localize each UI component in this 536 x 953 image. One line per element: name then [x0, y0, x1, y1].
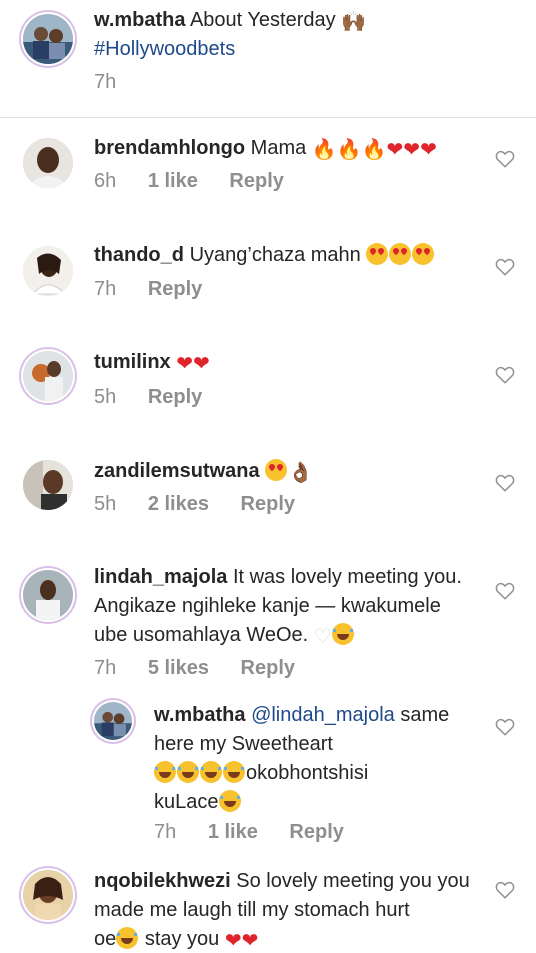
avatar[interactable] [23, 14, 73, 64]
comment-time: 5h [94, 386, 117, 408]
comment-text: lindah_majola It was lovely meeting you.… [94, 563, 504, 650]
comment-meta: 7h 1 like Reply [154, 821, 370, 844]
caption-time: 7h [94, 71, 117, 93]
reply-button[interactable]: Reply [289, 821, 343, 843]
comment-meta: 5h Reply [94, 386, 228, 409]
red-heart-emoji: ❤ [193, 351, 210, 375]
comment-body-line: It was lovely meeting you. [232, 566, 462, 588]
red-heart-emoji: ❤ [176, 351, 193, 375]
tears-of-joy-emoji [218, 790, 241, 812]
tears-of-joy-emoji [223, 761, 245, 783]
reply-button[interactable]: Reply [241, 657, 295, 679]
white-heart-emoji: ♡ [313, 624, 332, 648]
comment-username[interactable]: tumilinx [94, 351, 171, 373]
comment-body-line: ube usomahlaya WeOe. [94, 624, 309, 646]
comment-meta: 6h 1 like Reply [94, 170, 310, 193]
caption-meta: 7h [94, 71, 142, 94]
fire-emoji: 🔥 [311, 137, 337, 161]
comment-time: 7h [94, 278, 117, 300]
caption-hashtag[interactable]: #Hollywoodbets [94, 38, 235, 60]
heart-eyes-emoji [389, 243, 412, 265]
comment-time: 7h [94, 657, 117, 679]
divider [0, 117, 536, 118]
comment-body-line: same [400, 704, 450, 726]
reply-button[interactable]: Reply [241, 493, 295, 515]
likes-count[interactable]: 1 like [208, 821, 258, 843]
avatar[interactable] [23, 351, 73, 401]
comment-time: 7h [154, 821, 177, 843]
comment-username[interactable]: thando_d [94, 244, 184, 266]
avatar[interactable] [23, 246, 73, 296]
comment-body-line: here my Sweetheart [154, 733, 333, 755]
tears-of-joy-emoji [200, 761, 222, 783]
like-heart-icon[interactable] [495, 718, 515, 736]
tears-of-joy-emoji [331, 623, 354, 645]
avatar[interactable] [94, 702, 132, 740]
avatar[interactable] [23, 570, 73, 620]
likes-count[interactable]: 2 likes [148, 493, 209, 515]
likes-count[interactable]: 1 like [148, 170, 198, 192]
comment-text: zandilemsutwana 👌🏾 [94, 457, 494, 486]
tears-of-joy-emoji [116, 927, 139, 949]
comment-text: thando_d Uyang’chaza mahn [94, 241, 494, 270]
caption-block: w.mbatha About Yesterday 🙌🏾 #Hollywoodbe… [0, 0, 536, 117]
mention-link[interactable]: @lindah_majola [251, 704, 395, 726]
comment-body-line: kuLace [154, 791, 219, 813]
fire-emoji: 🔥 [361, 137, 387, 161]
red-heart-emoji: ❤ [241, 928, 259, 952]
raised-hands-emoji: 🙌🏾 [341, 9, 367, 33]
ok-hand-emoji: 👌🏾 [288, 460, 314, 484]
comment-time: 6h [94, 170, 117, 192]
avatar[interactable] [23, 138, 73, 188]
reply-button[interactable]: Reply [148, 386, 202, 408]
comment-text: brendamhlongo Mama 🔥🔥🔥❤❤❤ [94, 134, 494, 163]
heart-eyes-emoji [366, 243, 389, 265]
comment-username[interactable]: w.mbatha [154, 704, 246, 726]
red-heart-emoji: ❤ [403, 137, 421, 161]
red-heart-emoji: ❤ [420, 137, 437, 161]
like-heart-icon[interactable] [495, 366, 515, 384]
comment-body-line: okobhontshisi [246, 762, 369, 784]
red-heart-emoji: ❤ [224, 928, 242, 952]
comment-text: nqobilekhwezi So lovely meeting you you … [94, 867, 494, 953]
red-heart-emoji: ❤ [386, 137, 404, 161]
caption-username[interactable]: w.mbatha [94, 9, 186, 31]
avatar[interactable] [23, 460, 73, 510]
comment-username[interactable]: brendamhlongo [94, 137, 245, 159]
comment-meta: 7h Reply [94, 278, 228, 301]
comment-body: Mama [250, 137, 307, 159]
comment-body-line: oe [94, 928, 117, 950]
avatar[interactable] [23, 870, 73, 920]
likes-count[interactable]: 5 likes [148, 657, 209, 679]
caption-body: About Yesterday [189, 9, 336, 31]
comment-username[interactable]: nqobilekhwezi [94, 870, 231, 892]
comment-username[interactable]: lindah_majola [94, 566, 227, 588]
comment-body-line: Angikaze ngihleke kanje — kwakumele [94, 595, 441, 617]
like-heart-icon[interactable] [495, 150, 515, 168]
like-heart-icon[interactable] [495, 881, 515, 899]
heart-eyes-emoji [412, 243, 435, 265]
comment-username[interactable]: zandilemsutwana [94, 460, 260, 482]
like-heart-icon[interactable] [495, 258, 515, 276]
like-heart-icon[interactable] [495, 474, 515, 492]
tears-of-joy-emoji [154, 761, 176, 783]
comment-body-line: made me laugh till my stomach hurt [94, 899, 410, 921]
comment-text: w.mbatha @lindah_majola same here my Swe… [154, 701, 484, 817]
caption-text: w.mbatha About Yesterday 🙌🏾 #Hollywoodbe… [94, 6, 514, 64]
heart-eyes-emoji [265, 459, 288, 481]
comment-body-line: So lovely meeting you you [236, 870, 470, 892]
reply-button[interactable]: Reply [229, 170, 283, 192]
like-heart-icon[interactable] [495, 582, 515, 600]
comment-time: 5h [94, 493, 117, 515]
comment-body-line: stay you [144, 928, 220, 950]
fire-emoji: 🔥 [336, 137, 362, 161]
comment-meta: 7h 5 likes Reply [94, 657, 321, 680]
comment-body: Uyang’chaza mahn [189, 244, 361, 266]
comment-meta: 5h 2 likes Reply [94, 493, 321, 516]
tears-of-joy-emoji [177, 761, 199, 783]
reply-button[interactable]: Reply [148, 278, 202, 300]
comment-text: tumilinx ❤❤ [94, 348, 494, 377]
